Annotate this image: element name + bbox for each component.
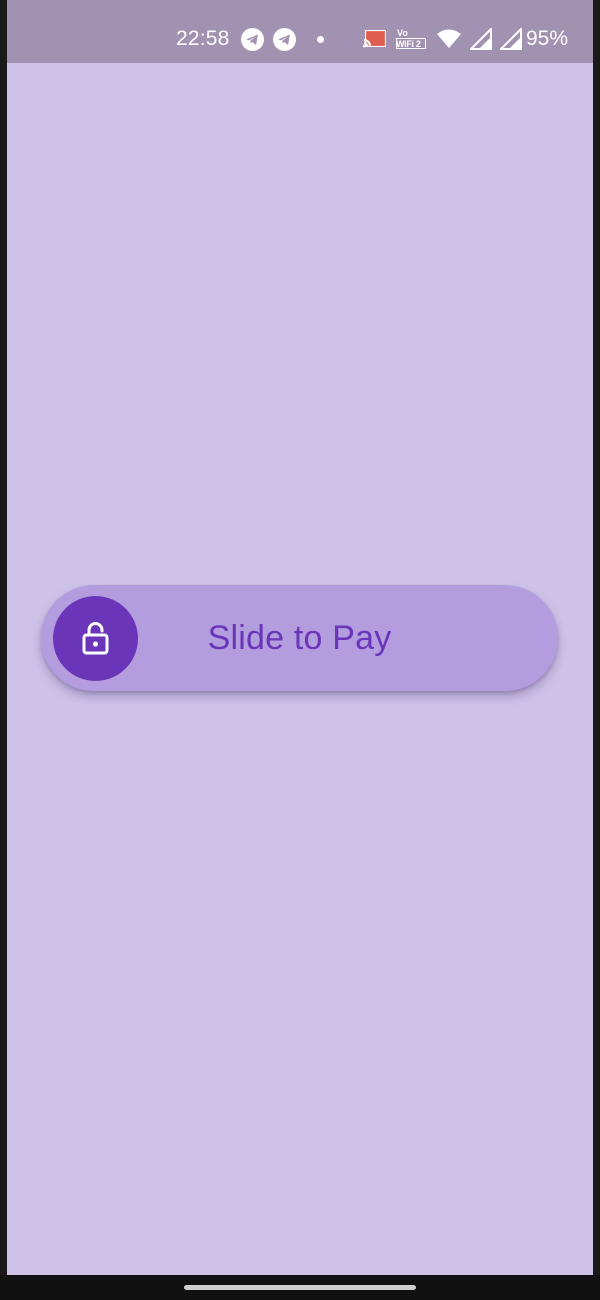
- navigation-bar: [0, 1275, 600, 1300]
- vowifi-icon: Vo WiFi 2: [396, 28, 428, 50]
- telegram-icon: [241, 27, 264, 51]
- status-bar: 22:58 Vo WiFi 2 95%: [7, 0, 593, 63]
- vowifi-bottom-text: WiFi 2: [396, 39, 421, 49]
- slider-thumb[interactable]: [53, 596, 138, 681]
- wifi-icon: [437, 29, 461, 48]
- system-icons: Vo WiFi 2: [362, 25, 522, 53]
- telegram-icon: [273, 27, 296, 51]
- dot-icon: [317, 35, 324, 43]
- signal-icon: [470, 28, 492, 50]
- notification-icons: [241, 27, 324, 51]
- signal-icon: [500, 28, 522, 50]
- slide-to-pay-slider[interactable]: Slide to Pay: [41, 585, 558, 691]
- cast-icon: [362, 28, 388, 50]
- unlock-icon: [82, 622, 109, 655]
- vowifi-top-text: Vo: [397, 28, 408, 38]
- main-content: Slide to Pay: [7, 63, 593, 1275]
- battery-percent: 95%: [526, 27, 569, 50]
- status-time: 22:58: [176, 27, 230, 50]
- phone-screen: 22:58 Vo WiFi 2 95% Slide to Pay: [0, 0, 600, 1300]
- home-indicator[interactable]: [184, 1285, 416, 1290]
